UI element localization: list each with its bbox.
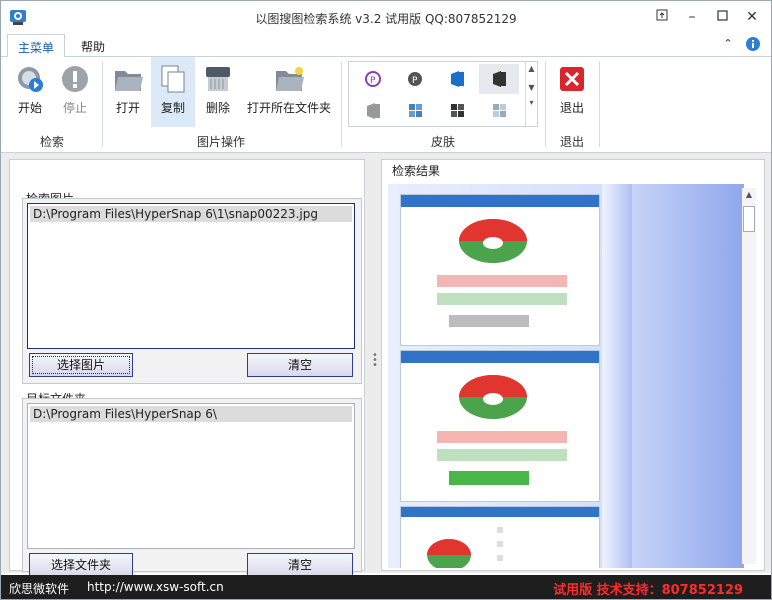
- ribbon-tabs: 主菜单 帮助 ⌃: [1, 33, 771, 58]
- skin-option[interactable]: [437, 96, 477, 126]
- skin-option[interactable]: [437, 64, 477, 94]
- status-bar: 欣思微软件 http://www.xsw-soft.cn 试用版 技术支持：80…: [1, 575, 771, 599]
- target-folder-list[interactable]: D:\Program Files\HyperSnap 6\: [27, 403, 355, 549]
- skin-option[interactable]: P: [395, 64, 435, 94]
- exit-x-icon: [560, 67, 584, 91]
- delete-button[interactable]: 删除: [197, 57, 239, 127]
- minimize-icon[interactable]: –: [681, 7, 703, 27]
- maximize-icon[interactable]: [711, 7, 733, 27]
- results-label: 检索结果: [390, 162, 443, 179]
- splitter-handle[interactable]: • • •: [372, 351, 378, 373]
- shredder-icon: [206, 67, 230, 91]
- skin-gallery: P P ▲ ▼ ▾: [348, 61, 538, 127]
- select-folder-button[interactable]: 选择文件夹: [29, 553, 133, 577]
- app-window: 以图搜图检索系统 v3.2 试用版 QQ:807852129 – ✕ 主菜单 帮…: [0, 0, 772, 600]
- open-folder-button[interactable]: 打开所在文件夹: [243, 57, 335, 127]
- company-name: 欣思微软件: [9, 582, 70, 596]
- skin-option[interactable]: P: [353, 64, 393, 94]
- scrollbar-thumb[interactable]: [743, 206, 755, 232]
- exit-button[interactable]: 退出: [551, 57, 593, 127]
- info-icon[interactable]: [745, 36, 761, 52]
- group-separator: [599, 61, 600, 147]
- folder-star-icon: [276, 67, 304, 91]
- clear-folder-button[interactable]: 清空: [247, 553, 353, 577]
- folder-open-icon: [115, 71, 143, 91]
- results-area: [388, 184, 744, 568]
- group-label-image-ops: 图片操作: [196, 135, 245, 149]
- skin-option[interactable]: [353, 96, 393, 126]
- result-thumbnail[interactable]: [400, 194, 600, 346]
- collapse-ribbon-icon[interactable]: ⌃: [721, 37, 735, 51]
- results-scrollbar[interactable]: ▲: [742, 188, 756, 564]
- memory-pie-icon: [427, 527, 503, 568]
- skin-option[interactable]: [479, 96, 519, 126]
- copy-button[interactable]: 复制: [151, 57, 195, 127]
- scroll-down-icon[interactable]: ▼: [526, 83, 537, 92]
- target-folder-group: D:\Program Files\HyperSnap 6\ 选择文件夹 清空: [22, 398, 362, 577]
- open-button[interactable]: 打开: [107, 57, 149, 127]
- svg-text:P: P: [370, 76, 376, 86]
- gear-play-icon: [18, 67, 43, 92]
- title-bar: 以图搜图检索系统 v3.2 试用版 QQ:807852129 – ✕: [1, 1, 771, 33]
- scroll-up-icon[interactable]: ▲: [742, 190, 756, 202]
- stop-icon: [62, 66, 88, 92]
- select-image-button[interactable]: 选择图片: [29, 353, 133, 377]
- skin-option-selected[interactable]: [479, 64, 519, 94]
- memory-pie-icon: [437, 375, 567, 485]
- trial-support-text: 试用版 技术支持：807852129: [553, 583, 743, 598]
- svg-text:P: P: [412, 76, 418, 86]
- close-icon[interactable]: ✕: [741, 7, 763, 27]
- list-item[interactable]: D:\Program Files\HyperSnap 6\: [30, 406, 352, 422]
- clear-image-button[interactable]: 清空: [247, 353, 353, 377]
- group-label-skin: 皮肤: [430, 135, 455, 149]
- scroll-up-icon[interactable]: ▲: [526, 64, 537, 73]
- copy-icon: [161, 65, 185, 93]
- gallery-expand-icon[interactable]: ▾: [526, 98, 537, 107]
- group-label-exit: 退出: [559, 135, 584, 149]
- background-streak: [602, 184, 632, 568]
- tab-main-menu[interactable]: 主菜单: [7, 34, 66, 58]
- memory-pie-icon: [437, 219, 567, 327]
- list-item[interactable]: D:\Program Files\HyperSnap 6\1\snap00223…: [30, 206, 352, 222]
- ribbon-panel: 开始 停止 检索 打开 复制 删除 打开所在文件夹 图片操作 P P ▲ ▼ ▾…: [1, 57, 771, 153]
- stop-button[interactable]: 停止: [55, 57, 95, 127]
- group-label-search: 检索: [39, 135, 64, 149]
- tab-help[interactable]: 帮助: [71, 34, 115, 58]
- search-image-group: D:\Program Files\HyperSnap 6\1\snap00223…: [22, 198, 362, 384]
- start-button[interactable]: 开始: [9, 57, 51, 127]
- left-panel: 检索图片 D:\Program Files\HyperSnap 6\1\snap…: [9, 159, 365, 577]
- group-separator: [341, 61, 342, 147]
- gallery-scroll[interactable]: ▲ ▼ ▾: [525, 62, 537, 126]
- skin-option[interactable]: [395, 96, 435, 126]
- main-area: 检索图片 D:\Program Files\HyperSnap 6\1\snap…: [1, 153, 771, 577]
- group-separator: [102, 61, 103, 147]
- search-image-list[interactable]: D:\Program Files\HyperSnap 6\1\snap00223…: [27, 203, 355, 349]
- right-panel: 检索结果 ▲: [381, 159, 765, 571]
- group-separator: [545, 61, 546, 147]
- website-link[interactable]: http://www.xsw-soft.cn: [87, 580, 224, 594]
- result-thumbnail[interactable]: [400, 506, 600, 568]
- restore-icon[interactable]: [651, 7, 673, 27]
- result-thumbnail[interactable]: [400, 350, 600, 502]
